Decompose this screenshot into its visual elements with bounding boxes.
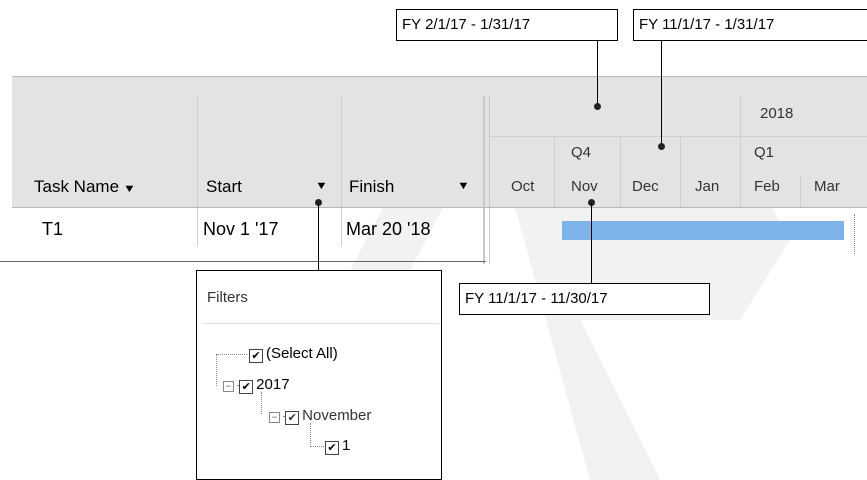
checkbox-checked-icon[interactable]: ✔ xyxy=(285,411,300,425)
fy-callout-middle: FY 11/1/17 - 11/30/17 xyxy=(459,283,710,315)
task-name-cell[interactable]: T1 xyxy=(42,219,63,240)
connector-dot xyxy=(594,103,601,110)
filter-item-november[interactable]: − ✔ November xyxy=(269,407,371,425)
filter-dropdown-panel[interactable]: Filters ✔ (Select All) − ✔ 2017 − ✔ Novembe… xyxy=(196,270,442,480)
checkbox-checked-icon[interactable]: ✔ xyxy=(249,349,263,363)
timeline-quarter-q1: Q1 xyxy=(754,144,775,161)
finish-cell[interactable]: Mar 20 '18 xyxy=(346,219,430,240)
timeline-quarter-q4: Q4 xyxy=(571,144,592,161)
column-header-task-name[interactable]: Task Name ▼ xyxy=(34,177,136,197)
checkbox-checked-icon[interactable]: ✔ xyxy=(325,441,339,455)
timeline-month-oct: Oct xyxy=(511,178,535,195)
fy-callout-top-left: FY 2/1/17 - 1/31/17 xyxy=(396,9,618,41)
timeline-year: 2018 xyxy=(760,105,794,122)
dropdown-arrow-icon[interactable]: ▼ xyxy=(315,180,328,192)
timeline-month-dec: Dec xyxy=(632,178,659,195)
dropdown-arrow-icon[interactable]: ▼ xyxy=(123,183,136,195)
filter-item-day-1[interactable]: ✔ 1 xyxy=(325,437,350,455)
timeline-month-mar: Mar xyxy=(814,178,840,195)
column-header-finish[interactable]: Finish ▼ xyxy=(349,177,479,197)
collapse-icon[interactable]: − xyxy=(223,381,234,392)
checkbox-checked-icon[interactable]: ✔ xyxy=(239,380,254,394)
timeline-month-jan: Jan xyxy=(695,178,720,195)
dropdown-arrow-icon[interactable]: ▼ xyxy=(457,180,470,192)
connector-dot xyxy=(658,143,665,150)
collapse-icon[interactable]: − xyxy=(269,412,280,423)
timeline-month-nov: Nov xyxy=(571,178,598,195)
gantt-bar[interactable] xyxy=(562,221,844,240)
timeline-month-feb: Feb xyxy=(754,178,780,195)
column-header-start[interactable]: Start ▼ xyxy=(206,177,334,197)
filter-item-select-all[interactable]: ✔ (Select All) xyxy=(249,345,338,363)
start-cell[interactable]: Nov 1 '17 xyxy=(203,219,278,240)
filter-title: Filters xyxy=(207,289,248,306)
filter-item-2017[interactable]: − ✔ 2017 xyxy=(223,376,290,394)
fy-callout-top-right: FY 11/1/17 - 1/31/17 xyxy=(633,9,867,41)
